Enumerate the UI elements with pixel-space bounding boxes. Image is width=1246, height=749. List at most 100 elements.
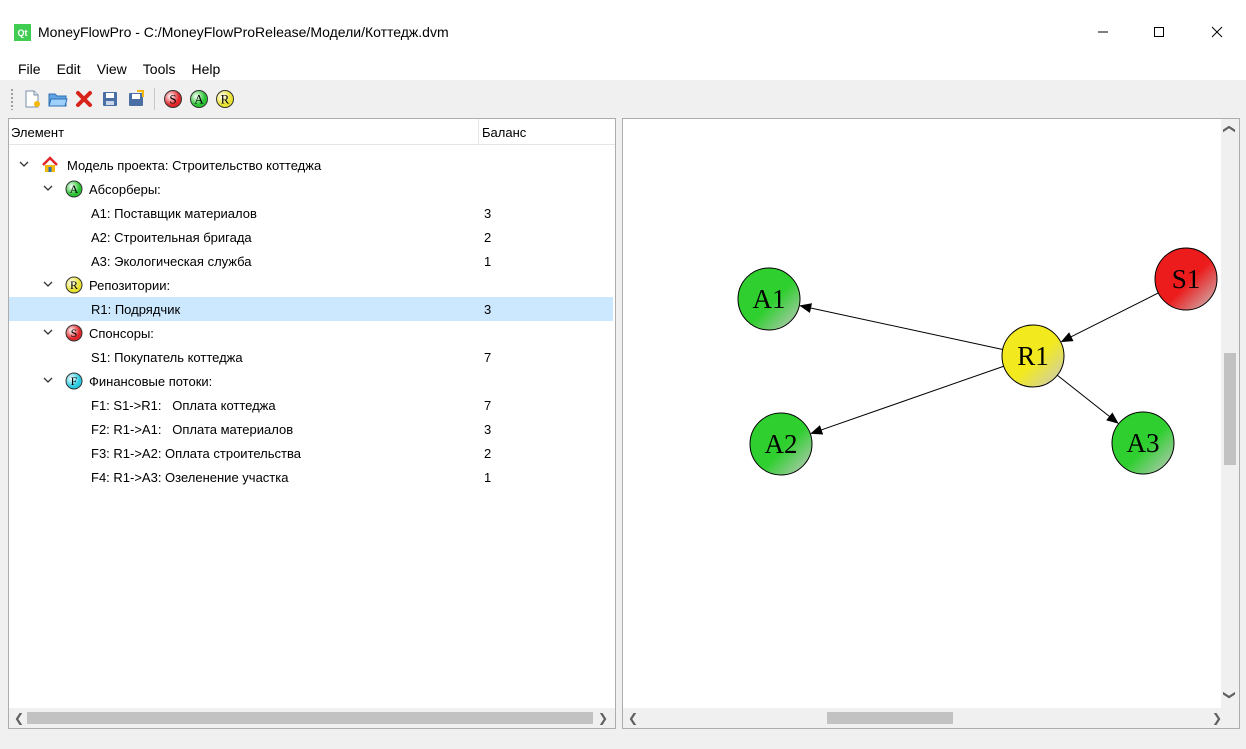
scroll-up-icon[interactable]: ❮ [1222, 121, 1238, 137]
open-button[interactable] [46, 87, 70, 111]
graph-node-s1[interactable]: S1 [1154, 247, 1218, 311]
svg-text:F: F [71, 374, 78, 388]
flow-graph-canvas[interactable]: A1 A2 A3 R1 S1 [623, 119, 1221, 708]
chevron-down-icon[interactable] [41, 373, 55, 387]
tree-item-balance: 1 [484, 254, 492, 269]
menu-file[interactable]: File [10, 59, 49, 79]
maximize-button[interactable] [1136, 10, 1182, 54]
column-header-balance[interactable]: Баланс [482, 125, 526, 140]
flow-edge-r1-a2[interactable] [810, 365, 1004, 435]
graph-view[interactable]: A1 A2 A3 R1 S1 ❮ ❯ ❮ ❯ [622, 118, 1240, 729]
add-absorber-button[interactable]: A [187, 87, 211, 111]
menu-view[interactable]: View [89, 59, 135, 79]
chevron-down-icon[interactable] [41, 277, 55, 291]
node-label: S1 [1172, 264, 1201, 294]
tree-group-repositories[interactable]: R Репозитории: [9, 273, 613, 297]
tree-item-f3[interactable]: F3: R1->A2: Оплата строительства 2 [9, 441, 613, 465]
scroll-left-icon[interactable]: ❮ [625, 710, 641, 726]
flow-edge-r1-a1[interactable] [799, 303, 1003, 350]
save-as-button[interactable] [124, 87, 148, 111]
menu-edit[interactable]: Edit [49, 59, 89, 79]
graph-node-a2[interactable]: A2 [749, 412, 813, 476]
save-icon [103, 92, 117, 106]
menu-tools[interactable]: Tools [135, 59, 184, 79]
tree-item-balance: 1 [484, 470, 492, 485]
node-label: A1 [753, 284, 786, 314]
add-sponsor-button[interactable]: S [161, 87, 185, 111]
chevron-down-icon[interactable] [41, 181, 55, 195]
tree-header: Элемент Баланс [9, 119, 615, 145]
tree-item-s1[interactable]: S1: Покупатель коттеджа 7 [9, 345, 613, 369]
new-file-button[interactable] [20, 87, 44, 111]
tree-item-label: F3: R1->A2: Оплата строительства [91, 446, 301, 461]
tree-item-label: F4: R1->A3: Озеленение участка [91, 470, 289, 485]
tree-group-absorbers[interactable]: A Абсорберы: [9, 177, 613, 201]
node-label: A3 [1127, 428, 1160, 458]
tree-group-label: Абсорберы: [89, 182, 161, 197]
add-repository-button[interactable]: R [213, 87, 237, 111]
app-icon: Qt [14, 24, 31, 41]
tree-item-f4[interactable]: F4: R1->A3: Озеленение участка 1 [9, 465, 613, 489]
graph-node-a3[interactable]: A3 [1111, 411, 1175, 475]
menu-help[interactable]: Help [183, 59, 228, 79]
title-bar: Qt MoneyFlowPro - C:/MoneyFlowProRelease… [0, 0, 1246, 58]
scroll-thumb[interactable] [1224, 353, 1236, 465]
tree-item-a2[interactable]: A2: Строительная бригада 2 [9, 225, 613, 249]
scroll-right-icon[interactable]: ❯ [595, 710, 611, 726]
svg-text:R: R [70, 278, 78, 292]
tree-root-row[interactable]: Модель проекта: Строительство коттеджа [9, 153, 613, 177]
tree-group-flows[interactable]: F Финансовые потоки: [9, 369, 613, 393]
absorber-icon: A [65, 180, 83, 198]
delete-button[interactable] [72, 87, 96, 111]
tree-item-a1[interactable]: A1: Поставщик материалов 3 [9, 201, 613, 225]
scroll-thumb[interactable] [827, 712, 953, 724]
close-button[interactable] [1194, 10, 1240, 54]
tree-item-balance: 2 [484, 446, 492, 461]
toolbar-grip-icon[interactable] [10, 88, 14, 110]
sponsor-icon: S [65, 324, 83, 342]
scroll-thumb[interactable] [27, 712, 593, 724]
flow-edge-r1-a3[interactable] [1057, 374, 1119, 424]
column-header-element[interactable]: Элемент [11, 125, 64, 140]
scroll-left-icon[interactable]: ❮ [11, 710, 27, 726]
delete-icon [76, 91, 92, 107]
home-icon [42, 156, 58, 172]
minimize-button[interactable] [1080, 10, 1126, 54]
svg-text:A: A [194, 92, 204, 107]
tree-root-label: Модель проекта: Строительство коттеджа [67, 158, 322, 173]
toolbar-separator [154, 88, 155, 110]
add-repository-icon: R [216, 90, 234, 108]
scroll-down-icon[interactable]: ❯ [1222, 687, 1238, 703]
tree-item-balance: 7 [484, 350, 492, 365]
tree-horizontal-scrollbar[interactable]: ❮ ❯ [9, 708, 615, 728]
svg-text:S: S [169, 92, 176, 107]
model-tree-view[interactable]: Элемент Баланс Модель проекта: Строитель… [8, 118, 616, 729]
tree-item-balance: 7 [484, 398, 492, 413]
tree-group-label: Финансовые потоки: [89, 374, 213, 389]
svg-text:A: A [70, 182, 79, 196]
save-button[interactable] [98, 87, 122, 111]
tree-item-balance: 2 [484, 230, 492, 245]
graph-node-a1[interactable]: A1 [737, 267, 801, 331]
scroll-right-icon[interactable]: ❯ [1209, 710, 1225, 726]
chevron-down-icon[interactable] [17, 157, 31, 171]
tree-item-r1[interactable]: R1: Подрядчик 3 [9, 297, 613, 321]
tree-item-a3[interactable]: A3: Экологическая служба 1 [9, 249, 613, 273]
graph-node-r1[interactable]: R1 [1001, 324, 1065, 388]
status-bar [0, 731, 1246, 749]
flow-edge-s1-r1[interactable] [1060, 292, 1159, 343]
graph-horizontal-scrollbar[interactable]: ❮ ❯ [623, 708, 1239, 728]
column-divider[interactable] [478, 119, 479, 144]
tree-group-sponsors[interactable]: S Спонсоры: [9, 321, 613, 345]
chevron-down-icon[interactable] [41, 325, 55, 339]
graph-vertical-scrollbar[interactable]: ❮ ❯ [1221, 119, 1239, 708]
toolbar: S A R [0, 82, 1246, 116]
node-label: R1 [1017, 341, 1049, 371]
window-title: MoneyFlowPro - C:/MoneyFlowProRelease/Мо… [38, 24, 449, 40]
tree-item-balance: 3 [484, 302, 492, 317]
graph-edges [799, 292, 1159, 435]
tree-item-label: A1: Поставщик материалов [91, 206, 257, 221]
tree-item-f1[interactable]: F1: S1->R1: Оплата коттеджа 7 [9, 393, 613, 417]
tree-item-f2[interactable]: F2: R1->A1: Оплата материалов 3 [9, 417, 613, 441]
menu-bar: File Edit View Tools Help [0, 58, 1246, 80]
